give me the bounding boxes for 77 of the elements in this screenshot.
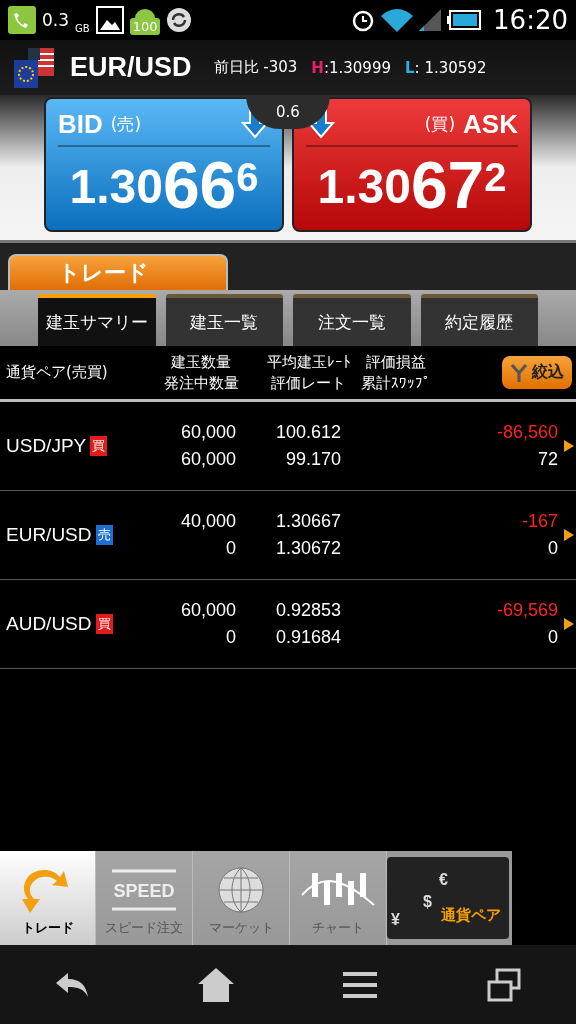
filter-icon bbox=[510, 362, 528, 383]
currency-pair: USD/JPY bbox=[6, 435, 87, 457]
quote-label: ASK bbox=[463, 108, 518, 140]
currency-symbol: € bbox=[439, 871, 448, 889]
tab[interactable]: 注文一覧 bbox=[293, 294, 411, 346]
currency-pair: EUR/USD bbox=[6, 524, 92, 546]
column-header: 累計ｽﾜｯﾌﾟ bbox=[361, 373, 431, 393]
recent-apps-icon bbox=[487, 967, 521, 1002]
position-quantity: 60,000 bbox=[180, 422, 236, 443]
valuation-rate: 99.170 bbox=[285, 449, 341, 470]
average-rate: 100.612 bbox=[275, 422, 341, 443]
column-header: 通貨ペア(売買) bbox=[6, 363, 108, 382]
filter-button[interactable]: 絞込 bbox=[502, 356, 572, 389]
tab[interactable]: 約定履歴 bbox=[420, 294, 538, 346]
wifi-icon bbox=[381, 8, 414, 32]
alarm-icon bbox=[351, 8, 376, 32]
banner-label: 通貨ペア bbox=[441, 906, 501, 925]
column-header: 評価損益 bbox=[366, 352, 426, 372]
nav-tab[interactable]: トレード bbox=[0, 851, 96, 945]
average-rate: 0.92853 bbox=[275, 600, 341, 621]
low-price: L: 1.30592 bbox=[405, 58, 487, 77]
profit-loss: -86,560 bbox=[496, 422, 558, 443]
price-fraction: 2 bbox=[484, 155, 507, 200]
swap-total: 0 bbox=[548, 627, 558, 648]
price-prefix: 1.30 bbox=[317, 159, 411, 214]
price-prefix: 1.30 bbox=[69, 159, 163, 214]
tab[interactable]: 建玉一覧 bbox=[165, 294, 283, 346]
price-pips: 66 bbox=[162, 147, 237, 223]
data-usage: 0.3 bbox=[42, 11, 70, 29]
average-rate: 1.30667 bbox=[275, 511, 341, 532]
currency-pair: AUD/USD bbox=[6, 613, 92, 635]
sync-icon bbox=[166, 7, 193, 33]
currency-symbol: $ bbox=[423, 893, 432, 911]
globe-icon bbox=[216, 865, 266, 915]
pending-quantity: 60,000 bbox=[180, 449, 236, 470]
trade-side-tag: 買 bbox=[95, 614, 113, 634]
valuation-rate: 1.30672 bbox=[275, 538, 341, 559]
column-header: 平均建玉ﾚｰﾄ bbox=[266, 352, 351, 372]
valuation-rate: 0.91684 bbox=[275, 627, 341, 648]
profit-loss: -69,569 bbox=[496, 600, 558, 621]
clock-time: 16:20 bbox=[493, 5, 568, 35]
signal-icon bbox=[419, 9, 442, 31]
home-icon bbox=[198, 967, 234, 1002]
daily-change: 前日比 -303 bbox=[213, 58, 298, 77]
trade-side-tag: 売 bbox=[95, 525, 113, 545]
tab[interactable]: 建玉サマリー bbox=[38, 294, 156, 346]
image-icon bbox=[95, 6, 124, 34]
chevron-right-icon[interactable] bbox=[564, 529, 574, 541]
trade-side-tag: 買 bbox=[90, 436, 108, 456]
column-header: 建玉数量 bbox=[171, 352, 231, 372]
currency-pair-title: EUR/USD bbox=[70, 52, 192, 83]
column-header: 評価レート bbox=[271, 373, 346, 393]
pending-quantity: 0 bbox=[226, 627, 236, 648]
column-header: 発注中数量 bbox=[163, 373, 239, 393]
data-unit: GB bbox=[75, 23, 90, 34]
price-fraction: 6 bbox=[236, 155, 259, 200]
currency-symbol: ¥ bbox=[391, 911, 400, 929]
price-pips: 67 bbox=[410, 147, 485, 223]
menu-icon bbox=[343, 970, 377, 999]
battery-icon bbox=[447, 10, 482, 30]
quote-side: (売) bbox=[110, 112, 142, 136]
high-price: H:1.30999 bbox=[311, 58, 391, 77]
phone-icon bbox=[8, 6, 36, 34]
chevron-right-icon[interactable] bbox=[564, 618, 574, 630]
back-icon bbox=[54, 970, 90, 999]
chevron-right-icon[interactable] bbox=[564, 440, 574, 452]
swap-total: 72 bbox=[537, 449, 558, 470]
pending-quantity: 0 bbox=[226, 538, 236, 559]
position-quantity: 40,000 bbox=[180, 511, 236, 532]
nav-label: トレード bbox=[21, 919, 74, 937]
swap-total: 0 bbox=[548, 538, 558, 559]
quote-label: BID bbox=[58, 108, 103, 140]
profit-loss: -167 bbox=[521, 511, 558, 532]
currency-pair-banner[interactable]: ¥ $ € 通貨ペア bbox=[387, 857, 509, 939]
flags-icon bbox=[12, 45, 56, 90]
position-quantity: 60,000 bbox=[180, 600, 236, 621]
quote-side: (買) bbox=[424, 112, 456, 136]
